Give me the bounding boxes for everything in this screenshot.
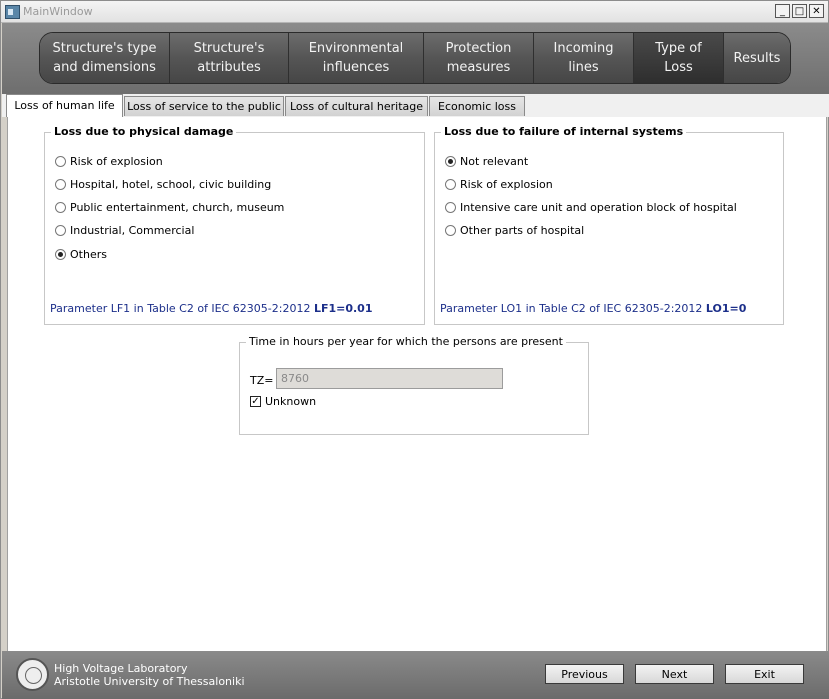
radio-icon[interactable] [55, 156, 66, 167]
nav-label-line2: measures [446, 60, 511, 75]
tab-bar: Loss of human life Loss of service to th… [2, 94, 829, 117]
nav-protection-measures[interactable]: Protection measures [424, 33, 534, 83]
nav-label-line1: Structure's type [52, 41, 157, 56]
group-title: Loss due to physical damage [51, 125, 237, 138]
main-window: MainWindow _ □ ✕ Structure's type and dim… [0, 0, 829, 699]
maximize-button[interactable]: □ [792, 4, 807, 18]
radio-icon[interactable] [55, 179, 66, 190]
nav-label-line1: Type of [655, 41, 702, 56]
param-text: Parameter LF1 in Table C2 of IEC 62305-2… [50, 302, 314, 315]
param-value: LO1=0 [705, 302, 747, 315]
lo1-parameter: Parameter LO1 in Table C2 of IEC 62305-2… [440, 302, 746, 315]
tab-content: Loss due to physical damage Risk of expl… [7, 117, 827, 651]
radio-icon[interactable] [445, 202, 456, 213]
previous-button[interactable]: Previous [545, 664, 624, 684]
app-icon [5, 5, 20, 19]
exit-button[interactable]: Exit [725, 664, 804, 684]
radio-icon[interactable] [55, 225, 66, 236]
window-controls: _ □ ✕ [775, 4, 824, 18]
nav-label-line1: Protection [445, 41, 512, 56]
nav-label-line2: attributes [197, 60, 261, 75]
physical-damage-group: Loss due to physical damage Risk of expl… [44, 125, 425, 325]
footer: High Voltage Laboratory Aristotle Univer… [2, 651, 829, 699]
tab-economic-loss[interactable]: Economic loss [429, 96, 525, 116]
tab-loss-of-cultural-heritage[interactable]: Loss of cultural heritage [285, 96, 428, 116]
nav-incoming-lines[interactable]: Incoming lines [534, 33, 634, 83]
nav-results[interactable]: Results [724, 33, 790, 83]
internal-systems-group: Loss due to failure of internal systems … [434, 125, 784, 325]
param-value: LF1=0.01 [313, 302, 373, 315]
presence-time-group: Time in hours per year for which the per… [239, 335, 589, 435]
unknown-checkbox-row[interactable]: ✓ Unknown [250, 395, 316, 408]
radio-icon[interactable] [55, 202, 66, 213]
radio-internal-not-relevant[interactable]: Not relevant [445, 155, 528, 168]
radio-physical-others[interactable]: Others [55, 248, 107, 261]
close-button[interactable]: ✕ [809, 4, 824, 18]
step-navigation: Structure's type and dimensions Structure… [39, 32, 791, 84]
radio-label: Not relevant [460, 155, 529, 168]
group-title: Time in hours per year for which the per… [246, 335, 566, 348]
radio-label: Risk of explosion [460, 178, 553, 191]
nav-label-line2: lines [568, 60, 599, 75]
navigation-area: Structure's type and dimensions Structure… [2, 23, 829, 94]
radio-label: Public entertainment, church, museum [70, 201, 285, 214]
university-logo-icon [16, 658, 49, 691]
radio-label: Industrial, Commercial [70, 224, 195, 237]
lab-name: High Voltage Laboratory [54, 662, 188, 675]
nav-label-line1: Structure's [193, 41, 265, 56]
checkbox-label: Unknown [265, 395, 317, 408]
radio-label: Other parts of hospital [460, 224, 585, 237]
radio-icon-checked[interactable] [445, 156, 456, 167]
radio-label: Hospital, hotel, school, civic building [70, 178, 272, 191]
next-button[interactable]: Next [635, 664, 714, 684]
nav-environmental-influences[interactable]: Environmental influences [289, 33, 424, 83]
nav-label-line1: Incoming [553, 41, 614, 56]
radio-label: Others [70, 248, 107, 261]
window-title: MainWindow [23, 5, 93, 18]
nav-label: Results [733, 50, 781, 66]
unknown-checkbox[interactable]: ✓ [250, 396, 261, 407]
radio-label: Risk of explosion [70, 155, 163, 168]
lf1-parameter: Parameter LF1 in Table C2 of IEC 62305-2… [50, 302, 373, 315]
title-bar: MainWindow _ □ ✕ [1, 1, 828, 23]
nav-structure-attributes[interactable]: Structure's attributes [170, 33, 289, 83]
radio-internal-intensive-care[interactable]: Intensive care unit and operation block … [445, 201, 737, 214]
nav-label-line2: and dimensions [53, 60, 156, 75]
radio-physical-entertainment[interactable]: Public entertainment, church, museum [55, 201, 284, 214]
nav-label-line2: Loss [664, 60, 693, 75]
nav-type-of-loss[interactable]: Type of Loss [634, 33, 724, 83]
radio-physical-explosion[interactable]: Risk of explosion [55, 155, 163, 168]
group-title: Loss due to failure of internal systems [441, 125, 687, 138]
nav-label-line1: Environmental [308, 41, 404, 56]
tz-label: TZ= [250, 374, 274, 387]
radio-label: Intensive care unit and operation block … [460, 201, 737, 214]
minimize-button[interactable]: _ [775, 4, 790, 18]
param-text: Parameter LO1 in Table C2 of IEC 62305-2… [440, 302, 706, 315]
radio-physical-industrial[interactable]: Industrial, Commercial [55, 224, 194, 237]
nav-structure-type[interactable]: Structure's type and dimensions [40, 33, 170, 83]
radio-internal-other-hospital[interactable]: Other parts of hospital [445, 224, 584, 237]
nav-label-line2: influences [322, 60, 390, 75]
tz-input[interactable] [276, 368, 503, 389]
radio-physical-hospital[interactable]: Hospital, hotel, school, civic building [55, 178, 271, 191]
university-name: Aristotle University of Thessaloniki [54, 675, 245, 688]
radio-icon[interactable] [445, 179, 456, 190]
tab-loss-of-service[interactable]: Loss of service to the public [124, 96, 284, 116]
radio-icon[interactable] [445, 225, 456, 236]
radio-internal-explosion[interactable]: Risk of explosion [445, 178, 553, 191]
radio-icon-checked[interactable] [55, 249, 66, 260]
tab-loss-of-human-life[interactable]: Loss of human life [6, 94, 123, 117]
